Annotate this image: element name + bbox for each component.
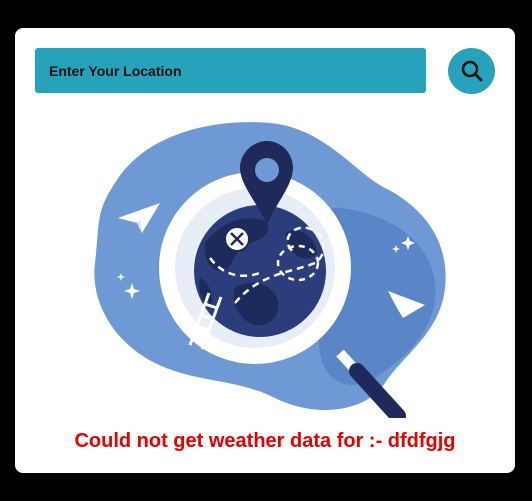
search-button[interactable] <box>448 48 495 94</box>
close-marker-icon <box>224 226 250 252</box>
weather-card: Could not get weather data for :- dfdfgj… <box>15 28 515 473</box>
error-message: Could not get weather data for :- dfdfgj… <box>74 430 456 452</box>
search-icon <box>461 60 482 82</box>
search-input[interactable] <box>35 48 426 93</box>
location-globe-illustration <box>94 122 446 418</box>
